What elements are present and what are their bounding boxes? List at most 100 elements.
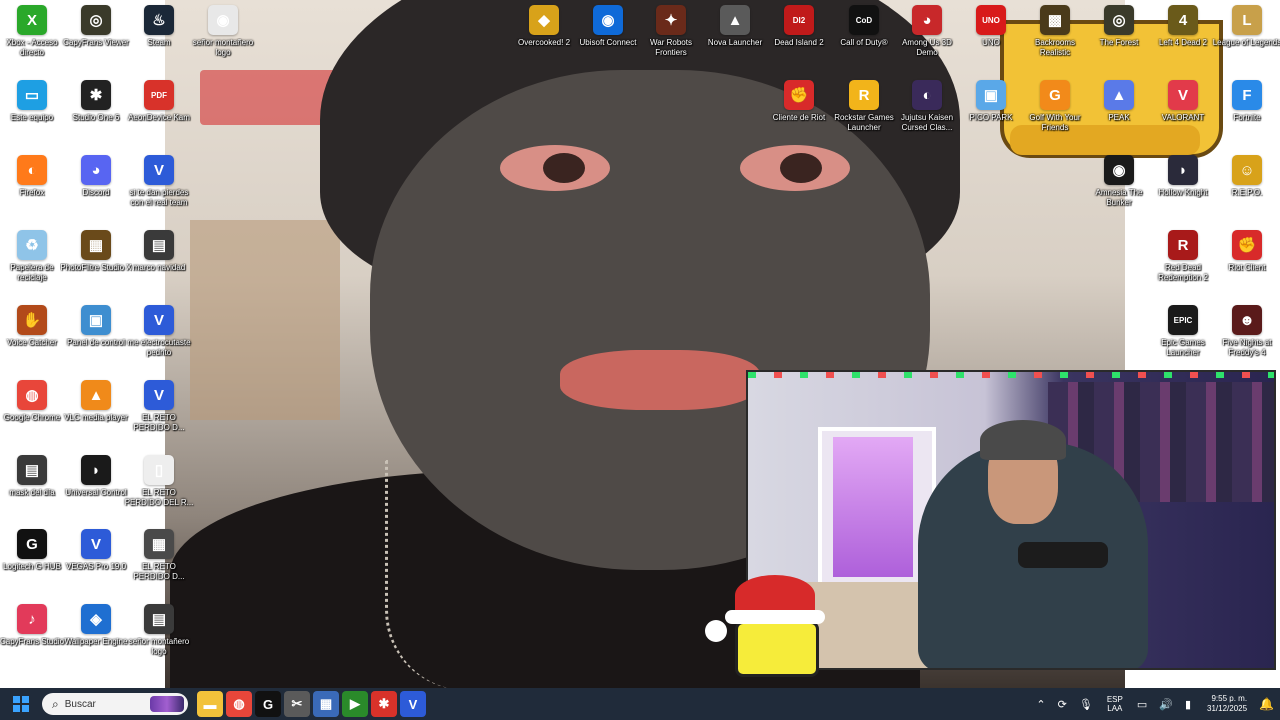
desktop-icon[interactable]: ▤ mask del día bbox=[0, 453, 67, 498]
desktop-icon[interactable]: ♻ Papelera de reciclaje bbox=[0, 228, 67, 283]
desktop-icon[interactable]: ▲ PEAK bbox=[1084, 78, 1154, 123]
clock[interactable]: 9:55 p. m. 31/12/2025 bbox=[1207, 694, 1247, 714]
desktop-icon[interactable]: ◕ Among Us 3D Demo bbox=[892, 3, 962, 58]
search-icon: ⌕ bbox=[52, 696, 59, 711]
desktop-icon-image: EPIC bbox=[1168, 305, 1198, 335]
desktop-icon[interactable]: ▤ señor montañero logo bbox=[124, 602, 194, 657]
desktop-icon-image: R bbox=[849, 80, 879, 110]
desktop-icon[interactable]: ✋ Voice Catcher bbox=[0, 303, 67, 348]
desktop-icon[interactable]: ▤ marco navidad bbox=[124, 228, 194, 273]
desktop-icon-label: mask del día bbox=[9, 488, 55, 497]
taskbar-app-file-explorer[interactable]: ▬ bbox=[197, 691, 223, 717]
desktop-icon-image: UNO bbox=[976, 5, 1006, 35]
desktop-icon[interactable]: L League of Legends bbox=[1212, 3, 1280, 48]
webcam-pc-rgb-glow bbox=[833, 437, 913, 577]
desktop-icon[interactable]: ▩ Backrooms Realistic bbox=[1020, 3, 1090, 58]
desktop-icon-label: Logitech G HUB bbox=[3, 562, 61, 571]
taskbar-app-logitech-ghub[interactable]: G bbox=[255, 691, 281, 717]
taskbar-app-calculator[interactable]: ▦ bbox=[313, 691, 339, 717]
battery-icon[interactable]: ▮ bbox=[1185, 698, 1191, 711]
desktop-icon[interactable]: ✦ War Robots Frontiers bbox=[636, 3, 706, 58]
microphone-icon[interactable]: 🎙 bbox=[1079, 698, 1093, 711]
desktop-icon[interactable]: ▯ EL RETO PERDIDO DEL R... bbox=[124, 453, 194, 508]
desktop-icon[interactable]: ◉ Amnesia The Bunker bbox=[1084, 153, 1154, 208]
desktop-icon[interactable]: G Logitech G HUB bbox=[0, 527, 67, 572]
desktop-icon[interactable]: ◎ The Forest bbox=[1084, 3, 1154, 48]
desktop-icon-image: ◉ bbox=[1104, 155, 1134, 185]
desktop-icon[interactable]: ◍ Google Chrome bbox=[0, 378, 67, 423]
desktop-icon[interactable]: ☺ R.E.P.O. bbox=[1212, 153, 1280, 198]
desktop-icon-label: Este equipo bbox=[10, 113, 54, 122]
desktop-icon[interactable]: ▦ PhotoFiltre Studio X bbox=[60, 228, 132, 273]
desktop-icon-label: Backrooms Realistic bbox=[1034, 38, 1075, 57]
taskbar-app-adobe-app[interactable]: ✱ bbox=[371, 691, 397, 717]
desktop-icon[interactable]: ♨ Steam bbox=[124, 3, 194, 48]
desktop-icon[interactable]: Vme electrocutaste pedrito bbox=[124, 303, 194, 358]
desktop-icon-label: Discord bbox=[82, 188, 110, 197]
taskbar-app-vegas-pro[interactable]: V bbox=[400, 691, 426, 717]
desktop-icon[interactable]: ◆ Overcooked! 2 bbox=[509, 3, 579, 48]
desktop-icon[interactable]: ◗ Universal Control bbox=[61, 453, 131, 498]
notifications-bell-icon[interactable]: 🔔 bbox=[1259, 697, 1274, 711]
desktop-icon[interactable]: ✱ Studio One 6 bbox=[61, 78, 131, 123]
desktop-icon-label: Xbox - Acceso directo bbox=[6, 38, 58, 57]
desktop-icon[interactable]: ▭ Este equipo bbox=[0, 78, 67, 123]
desktop-icon[interactable]: ✊ Riot Client bbox=[1212, 228, 1280, 273]
desktop-icon[interactable]: ◗ Hollow Knight bbox=[1148, 153, 1218, 198]
desktop-icon[interactable]: ▦ EL RETO PERDIDO D... bbox=[124, 527, 194, 582]
desktop-icon[interactable]: V VALORANT bbox=[1148, 78, 1218, 123]
desktop-icon[interactable]: ◈ Wallpaper Engine bbox=[61, 602, 131, 647]
santa-hat-brim bbox=[725, 610, 825, 624]
network-icon[interactable]: ▭ bbox=[1137, 698, 1147, 711]
desktop-icon-image: ◍ bbox=[17, 380, 47, 410]
desktop-icon-image: ☻ bbox=[1232, 305, 1262, 335]
desktop-icon[interactable]: ◉ señor montañero logo bbox=[188, 3, 258, 58]
taskbar-app-chrome[interactable]: ◍ bbox=[226, 691, 252, 717]
desktop-icon-image: F bbox=[1232, 80, 1262, 110]
desktop-icon-label: Left 4 Dead 2 bbox=[1158, 38, 1208, 47]
desktop-icon[interactable]: ◐ Jujutsu Kaisen Cursed Clas... bbox=[892, 78, 962, 133]
desktop-icon[interactable]: G Golf With Your Friends bbox=[1020, 78, 1090, 133]
desktop-icon[interactable]: EPIC Epic Games Launcher bbox=[1148, 303, 1218, 358]
desktop-icon[interactable]: ♪ CapyFrans Studio bbox=[0, 602, 67, 647]
desktop-icon[interactable]: V VEGAS Pro 19.0 bbox=[61, 527, 131, 572]
desktop-icon-image: V bbox=[1168, 80, 1198, 110]
desktop-icon[interactable]: ◎ CapyFrans Viewer bbox=[61, 3, 131, 48]
desktop-icon[interactable]: 4 Left 4 Dead 2 bbox=[1148, 3, 1218, 48]
desktop-icon[interactable]: CoD Call of Duty® bbox=[829, 3, 899, 48]
taskbar-app-snipping-tool[interactable]: ✂ bbox=[284, 691, 310, 717]
taskbar-app-voice-app[interactable]: ▶ bbox=[342, 691, 368, 717]
input-language[interactable]: ESP LAA bbox=[1107, 695, 1123, 713]
desktop-icon[interactable]: F Fortnite bbox=[1212, 78, 1280, 123]
desktop-icon[interactable]: DI2 Dead Island 2 bbox=[764, 3, 834, 48]
desktop-icon[interactable]: Vsi te dan pierdes con el real team bbox=[124, 153, 194, 208]
desktop-icon[interactable]: ◕ Discord bbox=[61, 153, 131, 198]
desktop-icon-label: PICO PARK bbox=[969, 113, 1013, 122]
desktop-icon[interactable]: ☻ Five Nights at Freddy's 4 bbox=[1212, 303, 1280, 358]
desktop-icon-image: DI2 bbox=[784, 5, 814, 35]
desktop-icon[interactable]: ◉ Ubisoft Connect bbox=[573, 3, 643, 48]
desktop-icon-label: Dead Island 2 bbox=[774, 38, 824, 47]
desktop-icon[interactable]: V EL RETO PERDIDO D... bbox=[124, 378, 194, 433]
desktop-icon-label: R.E.P.O. bbox=[1231, 188, 1263, 197]
desktop-icon-image: 4 bbox=[1168, 5, 1198, 35]
desktop-icon[interactable]: R Red Dead Redemption 2 bbox=[1148, 228, 1218, 283]
desktop-icon[interactable]: ◐ Firefox bbox=[0, 153, 67, 198]
volume-icon[interactable]: 🔊 bbox=[1159, 698, 1173, 711]
desktop-icon[interactable]: ▣ Panel de control bbox=[61, 303, 131, 348]
desktop-icon[interactable]: R Rockstar Games Launcher bbox=[829, 78, 899, 133]
desktop-icon[interactable]: ▲ Nova Launcher bbox=[700, 3, 770, 48]
desktop-icon[interactable]: ▲ VLC media player bbox=[61, 378, 131, 423]
start-button[interactable] bbox=[4, 688, 38, 720]
sync-icon[interactable]: ⟳ bbox=[1058, 698, 1067, 711]
desktop-icon[interactable]: ✊ Cliente de Riot bbox=[764, 78, 834, 123]
santa-hat-mascot-sticker bbox=[705, 575, 835, 677]
chevron-up-icon[interactable]: ⌃ bbox=[1036, 698, 1045, 711]
taskbar-search-box[interactable]: ⌕ Buscar bbox=[42, 693, 188, 715]
desktop-icon[interactable]: X Xbox - Acceso directo bbox=[0, 3, 67, 58]
desktop-icon-label: Studio One 6 bbox=[72, 113, 120, 122]
desktop-icon-label: Wallpaper Engine bbox=[64, 637, 128, 646]
desktop-icon[interactable]: ▣ PICO PARK bbox=[956, 78, 1026, 123]
desktop-icon[interactable]: UNO UNO bbox=[956, 3, 1026, 48]
desktop-icon[interactable]: PDF AeonDevice Kam bbox=[124, 78, 194, 123]
